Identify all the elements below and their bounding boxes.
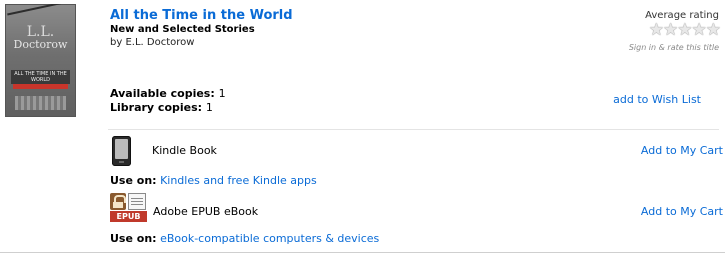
library-copies-count: 1 bbox=[205, 101, 213, 114]
use-on-kindle: Use on: Kindles and free Kindle apps bbox=[110, 174, 317, 187]
kindle-device-icon bbox=[112, 136, 131, 166]
author-name: E.L. Doctorow bbox=[125, 37, 195, 48]
byline: by E.L. Doctorow bbox=[110, 37, 194, 48]
available-copies-count: 1 bbox=[218, 87, 226, 100]
document-icon bbox=[128, 193, 146, 210]
kindle-screen bbox=[115, 139, 128, 159]
format-name-kindle: Kindle Book bbox=[152, 144, 217, 157]
library-copies-label: Library copies: bbox=[110, 101, 203, 114]
epub-icon: EPUB bbox=[110, 193, 147, 222]
rating-signin-hint: Sign in & rate this title bbox=[628, 43, 719, 52]
book-subtitle: New and Selected Stories bbox=[110, 24, 255, 35]
add-to-wish-list-link[interactable]: add to Wish List bbox=[613, 93, 701, 106]
library-copies: Library copies: 1 bbox=[110, 101, 213, 114]
book-title-link[interactable]: All the Time in the World bbox=[110, 8, 293, 23]
available-copies: Available copies: 1 bbox=[110, 87, 226, 100]
cover-pattern bbox=[15, 96, 66, 110]
available-copies-label: Available copies: bbox=[110, 87, 215, 100]
cover-author: Doctorow bbox=[13, 38, 68, 51]
cover-title: ALL THE TIME IN THE WORLD bbox=[11, 70, 70, 84]
lock-icon bbox=[110, 193, 126, 210]
book-cover[interactable]: L.L. Doctorow ALL THE TIME IN THE WORLD bbox=[5, 4, 76, 117]
rating-stars[interactable]: ★★★★★ bbox=[649, 22, 721, 39]
cover-stripe bbox=[13, 84, 68, 89]
add-to-cart-epub-link[interactable]: Add to My Cart bbox=[641, 205, 723, 218]
kindle-apps-link[interactable]: Kindles and free Kindle apps bbox=[160, 174, 317, 187]
format-name-epub: Adobe EPUB eBook bbox=[153, 205, 259, 218]
compatible-devices-link[interactable]: eBook-compatible computers & devices bbox=[160, 232, 379, 245]
add-to-cart-kindle-link[interactable]: Add to My Cart bbox=[641, 144, 723, 157]
bottom-divider bbox=[0, 252, 725, 253]
kindle-button bbox=[119, 161, 124, 163]
byline-prefix: by bbox=[110, 37, 126, 48]
epub-banner: EPUB bbox=[110, 211, 147, 222]
use-on-epub: Use on: eBook-compatible computers & dev… bbox=[110, 232, 379, 245]
use-on-label: Use on: bbox=[110, 174, 157, 187]
divider bbox=[108, 129, 719, 130]
use-on-label: Use on: bbox=[110, 232, 157, 245]
